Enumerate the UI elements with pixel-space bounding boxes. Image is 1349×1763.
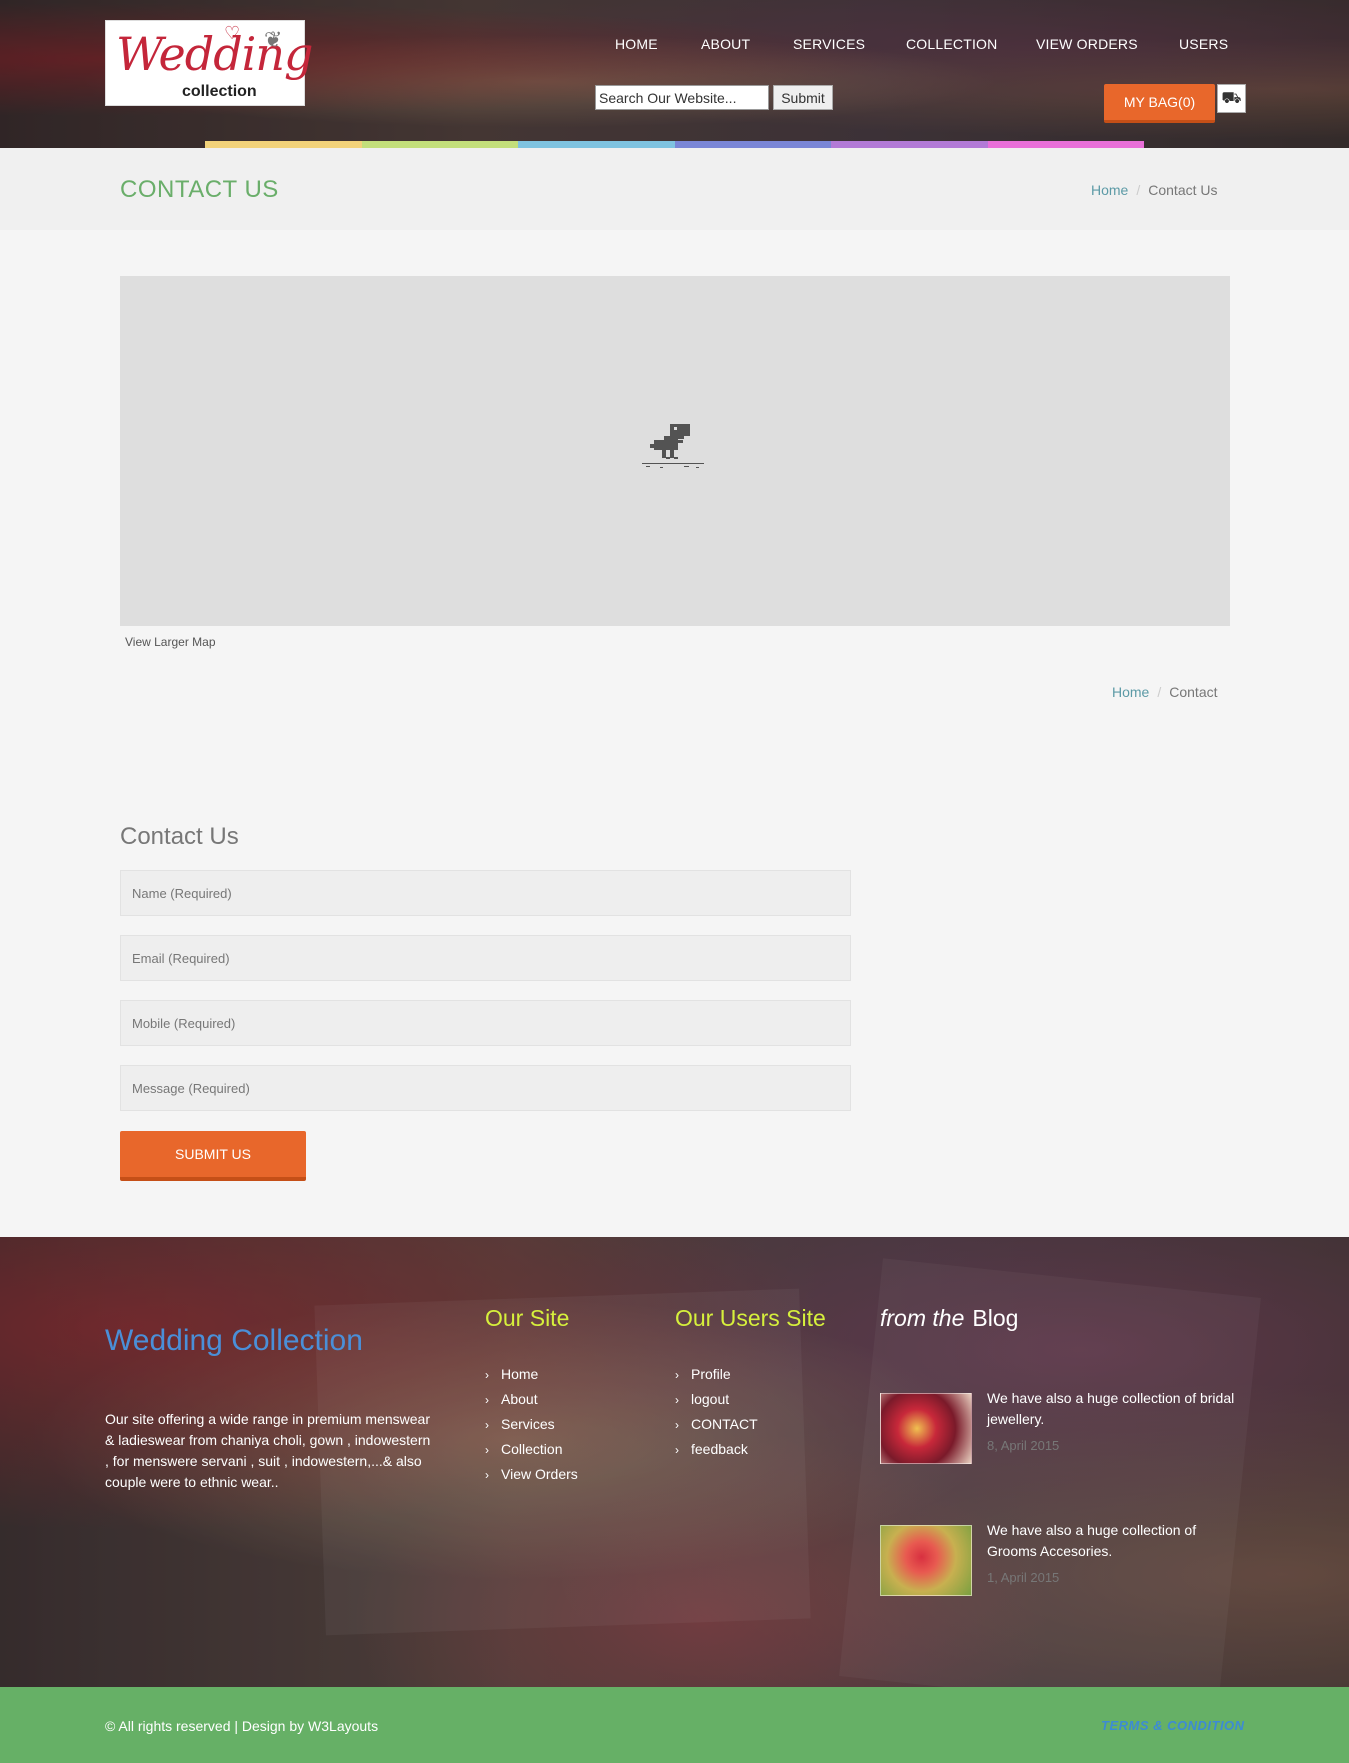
floral-ornament-icon: ❦ [264, 27, 283, 52]
blog-post-text[interactable]: We have also a huge collection of bridal… [987, 1388, 1247, 1430]
footer-brand-description: Our site offering a wide range in premiu… [105, 1411, 431, 1490]
site-logo[interactable]: Wedding ♡ ❦ collection [105, 20, 313, 106]
nav-view-orders[interactable]: VIEW ORDERS [1036, 36, 1138, 52]
color-stripe [205, 141, 1144, 148]
nav-services[interactable]: SERVICES [793, 36, 865, 52]
logo-wordmark: Wedding [116, 27, 313, 81]
mobile-field[interactable] [120, 1000, 851, 1046]
submit-us-button[interactable]: SUBMIT US [120, 1131, 306, 1181]
chevron-right-icon: › [485, 1443, 489, 1457]
nav-users[interactable]: USERS [1179, 36, 1228, 52]
footer-link-services[interactable]: › Services [485, 1416, 578, 1441]
search-input[interactable] [595, 85, 769, 110]
blog-heading: from the Blog [880, 1305, 1018, 1332]
blog-post-date: 8, April 2015 [987, 1438, 1060, 1453]
footer-link-collection[interactable]: › Collection [485, 1441, 578, 1466]
footer-link-about[interactable]: › About [485, 1391, 578, 1416]
footer-link-label: Home [501, 1366, 539, 1382]
page-title: CONTACT US [120, 176, 279, 203]
email-field[interactable] [120, 935, 851, 981]
nav-collection[interactable]: COLLECTION [906, 36, 997, 52]
breadcrumb-separator: / [1157, 684, 1162, 700]
our-site-links: › Home › About › Services › Collection › View… [485, 1366, 578, 1491]
breadcrumb-home-link[interactable]: Home [1091, 182, 1128, 198]
users-site-heading: Our Users Site [675, 1305, 826, 1331]
footer-link-label: logout [691, 1391, 730, 1407]
footer-link-profile[interactable]: › Profile [675, 1366, 758, 1391]
footer-link-logout[interactable]: › logout [675, 1391, 758, 1416]
footer-brand-title: Wedding Collection [105, 1324, 363, 1357]
our-site-heading: Our Site [485, 1305, 570, 1331]
contact-form-heading: Contact Us [120, 823, 239, 850]
message-field[interactable] [120, 1065, 851, 1111]
chevron-right-icon: › [675, 1393, 679, 1407]
cart-icon[interactable]: ⛟ [1217, 84, 1246, 113]
footer-link-view-orders[interactable]: › View Orders [485, 1466, 578, 1491]
footer-link-home[interactable]: › Home [485, 1366, 578, 1391]
footer-link-label: View Orders [501, 1466, 578, 1482]
breadcrumb-home-link[interactable]: Home [1112, 684, 1149, 700]
dinosaur-icon [642, 424, 704, 468]
blog-post-text[interactable]: We have also a huge collection of Grooms… [987, 1520, 1247, 1562]
footer-link-label: Services [501, 1416, 555, 1432]
blog-post-date: 1, April 2015 [987, 1570, 1060, 1585]
users-site-links: › Profile › logout › CONTACT › feedback [675, 1366, 758, 1466]
blog-thumbnail-accessories[interactable] [880, 1525, 972, 1596]
nav-about[interactable]: ABOUT [701, 36, 750, 52]
breadcrumb-secondary: Home / Contact [1112, 684, 1218, 700]
footer-link-label: CONTACT [691, 1416, 758, 1432]
map-embed[interactable] [120, 276, 1230, 626]
search-submit-button[interactable]: Submit [773, 85, 833, 110]
blog-thumbnail-jewellery[interactable] [880, 1393, 972, 1464]
terms-link[interactable]: TERMS & CONDITION [1101, 1718, 1245, 1733]
footer-link-feedback[interactable]: › feedback [675, 1441, 758, 1466]
copyright-text: © All rights reserved | Design by W3Layo… [105, 1718, 379, 1734]
logo-subtitle: collection [182, 83, 257, 100]
name-field[interactable] [120, 870, 851, 916]
chevron-right-icon: › [485, 1393, 489, 1407]
footer-link-label: feedback [691, 1441, 748, 1457]
color-stripe-segment [987, 141, 1144, 148]
chevron-right-icon: › [485, 1418, 489, 1432]
heart-icon: ♡ [224, 23, 241, 43]
chevron-right-icon: › [485, 1468, 489, 1482]
color-stripe-segment [831, 141, 988, 148]
breadcrumb: Home / Contact Us [1091, 182, 1218, 198]
footer-link-label: About [501, 1391, 538, 1407]
main-nav: HOME ABOUT SERVICES COLLECTION VIEW ORDE… [600, 36, 1240, 56]
chevron-right-icon: › [485, 1368, 489, 1382]
footer-link-contact[interactable]: › CONTACT [675, 1416, 758, 1441]
color-stripe-segment [361, 141, 518, 148]
nav-home[interactable]: HOME [615, 36, 658, 52]
breadcrumb-separator: / [1136, 182, 1141, 198]
footer-link-label: Collection [501, 1441, 563, 1457]
my-bag-button[interactable]: MY BAG(0) [1104, 84, 1215, 123]
chevron-right-icon: › [675, 1443, 679, 1457]
color-stripe-segment [674, 141, 831, 148]
blog-heading-prefix: from the [880, 1305, 965, 1331]
chevron-right-icon: › [675, 1368, 679, 1382]
footer-link-label: Profile [691, 1366, 731, 1382]
breadcrumb-current: Contact [1169, 684, 1218, 700]
blog-heading-main: Blog [972, 1305, 1019, 1331]
color-stripe-segment [205, 141, 362, 148]
color-stripe-segment [518, 141, 675, 148]
view-larger-map-link[interactable]: View Larger Map [125, 635, 216, 649]
chevron-right-icon: › [675, 1418, 679, 1432]
breadcrumb-current: Contact Us [1148, 182, 1218, 198]
